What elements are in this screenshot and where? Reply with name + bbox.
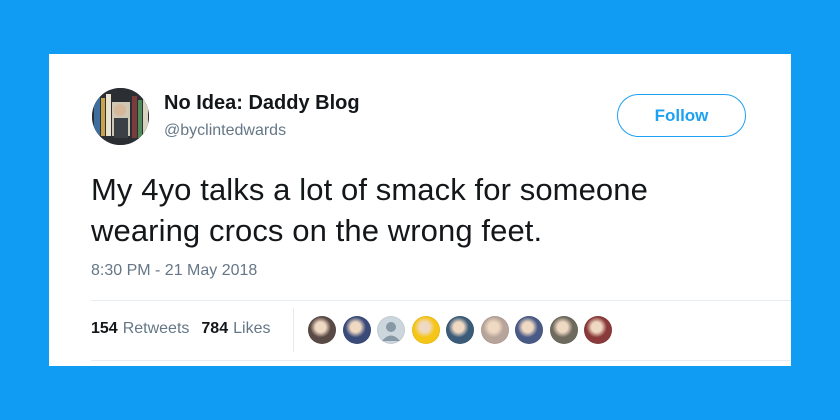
tweet-timestamp[interactable]: 8:30 PM - 21 May 2018 [91,262,257,280]
likes-count: 784 [201,320,229,337]
tweet-text: My 4yo talks a lot of smack for someone … [91,172,648,248]
likes-label: Likes [233,320,271,337]
liker-avatar[interactable] [549,316,578,344]
liker-avatar[interactable] [446,316,474,344]
likes-stat[interactable]: 784 Likes [201,320,270,338]
author-handle[interactable]: @byclintedwards [164,122,286,140]
tweet-stats: 154 Retweets 784 Likes [91,320,282,338]
liker-avatar[interactable] [584,316,612,344]
tweet-card: No Idea: Daddy Blog @byclintedwards Foll… [49,54,791,366]
retweets-stat[interactable]: 154 Retweets [91,320,189,338]
author-avatar[interactable] [92,88,149,145]
liker-avatar[interactable] [480,316,509,344]
liker-avatar-default[interactable] [377,316,405,344]
retweets-label: Retweets [122,320,190,337]
default-user-icon [382,322,400,341]
divider [91,300,791,301]
liker-avatar[interactable] [342,316,371,344]
divider [91,360,791,361]
likers-avatars [308,316,619,344]
follow-button[interactable]: Follow [617,94,746,137]
retweets-count: 154 [91,320,118,337]
liker-avatar[interactable] [308,316,336,344]
liker-avatar[interactable] [411,316,440,344]
stats-separator [293,308,294,352]
author-name[interactable]: No Idea: Daddy Blog [164,92,360,115]
liker-avatar[interactable] [515,316,543,344]
